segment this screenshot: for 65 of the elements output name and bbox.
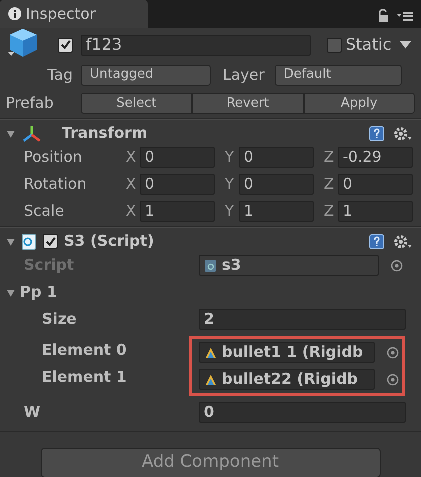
prefab-icon <box>204 346 218 360</box>
number-field[interactable]: 0 <box>338 174 413 195</box>
name-field[interactable]: f123 <box>81 34 311 56</box>
number-field[interactable]: 0 <box>140 174 215 195</box>
dropdown-arrow-icon <box>400 41 411 49</box>
axis-label: X <box>126 147 138 168</box>
layer-label: Layer <box>223 64 265 86</box>
object-picker-icon <box>391 260 403 272</box>
property-label: Size <box>41 309 78 330</box>
dropdown[interactable]: Untagged <box>81 64 211 86</box>
checkbox[interactable] <box>43 234 58 249</box>
script-file-icon <box>204 258 218 272</box>
object-field[interactable]: bullet1 1 (Rigidb <box>199 342 375 363</box>
number-field[interactable]: 0 <box>239 147 314 168</box>
foldout-triangle-icon[interactable] <box>6 236 16 246</box>
prefab-button[interactable]: Select <box>81 92 192 114</box>
component-title: Transform <box>62 123 148 144</box>
text-field[interactable]: 0 <box>199 402 406 423</box>
property-label: Scale <box>23 201 66 222</box>
checkbox[interactable] <box>58 38 73 52</box>
object-picker-icon <box>387 374 399 386</box>
prefab-icon <box>204 372 218 386</box>
property-label: Element 0 <box>41 340 128 362</box>
component-title: S3 (Script) <box>64 231 154 252</box>
tag-label: Tag <box>46 64 73 86</box>
number-field[interactable]: 0 <box>140 147 215 168</box>
foldout-triangle-icon[interactable] <box>6 288 16 298</box>
number-field[interactable]: 1 <box>140 201 215 222</box>
axes-icon <box>22 124 42 142</box>
axis-label: X <box>126 201 138 222</box>
settings-icon <box>393 126 413 142</box>
prefab-label: Prefab <box>6 92 55 114</box>
object-picker-icon <box>387 346 399 358</box>
axis-label: X <box>126 174 138 196</box>
menu-icon <box>397 10 413 20</box>
settings-icon <box>393 234 413 250</box>
axis-label: Y <box>225 174 236 196</box>
property-label: Element 1 <box>41 367 128 388</box>
script-file-icon <box>22 234 37 250</box>
inspector-tab[interactable]: Inspector <box>0 0 148 28</box>
number-field[interactable]: 0 <box>239 174 314 195</box>
axis-label: Z <box>324 201 336 222</box>
property-label: W <box>23 402 42 424</box>
property-label: Rotation <box>23 174 88 196</box>
number-field[interactable]: 1 <box>239 201 314 222</box>
dropdown[interactable]: Default <box>274 64 402 86</box>
number-field[interactable]: 2 <box>199 309 406 330</box>
foldout-triangle-icon[interactable] <box>6 128 16 138</box>
number-field[interactable]: 1 <box>338 201 413 222</box>
axis-label: Z <box>324 174 336 196</box>
static-label: Static <box>346 34 392 56</box>
axis-label: Z <box>324 147 336 168</box>
axis-label: Y <box>225 201 236 222</box>
info-icon <box>8 7 22 21</box>
help-icon <box>369 234 385 250</box>
prefab-button[interactable]: Revert <box>192 92 304 114</box>
foldout-label: Pp 1 <box>20 282 58 304</box>
axis-label: Y <box>225 147 236 168</box>
prefab-button[interactable]: Apply <box>304 92 415 114</box>
help-icon <box>369 126 385 142</box>
lock-icon <box>378 9 389 22</box>
property-label: Position <box>23 147 84 168</box>
number-field[interactable]: -0.29 <box>338 147 413 168</box>
object-field[interactable]: bullet22 (Rigidb <box>199 369 375 390</box>
checkbox[interactable] <box>326 38 342 52</box>
